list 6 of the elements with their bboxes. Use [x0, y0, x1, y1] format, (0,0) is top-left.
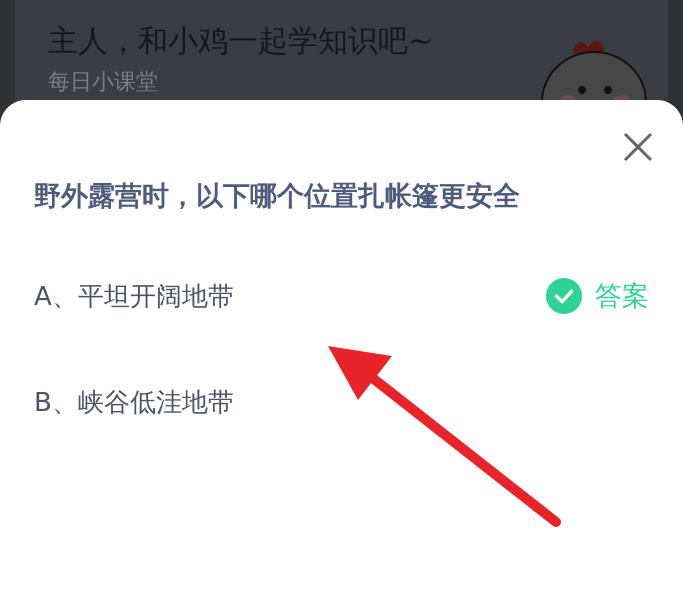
close-icon[interactable]: [623, 132, 653, 162]
question-text: 野外露营时，以下哪个位置扎帐篷更安全: [34, 180, 521, 214]
answer-label: 答案: [595, 280, 649, 314]
option-text[interactable]: B、峡谷低洼地带: [34, 384, 649, 420]
option-text[interactable]: A、平坦开阔地带: [34, 278, 545, 314]
banner-subtitle: 每日小课堂: [48, 70, 159, 96]
